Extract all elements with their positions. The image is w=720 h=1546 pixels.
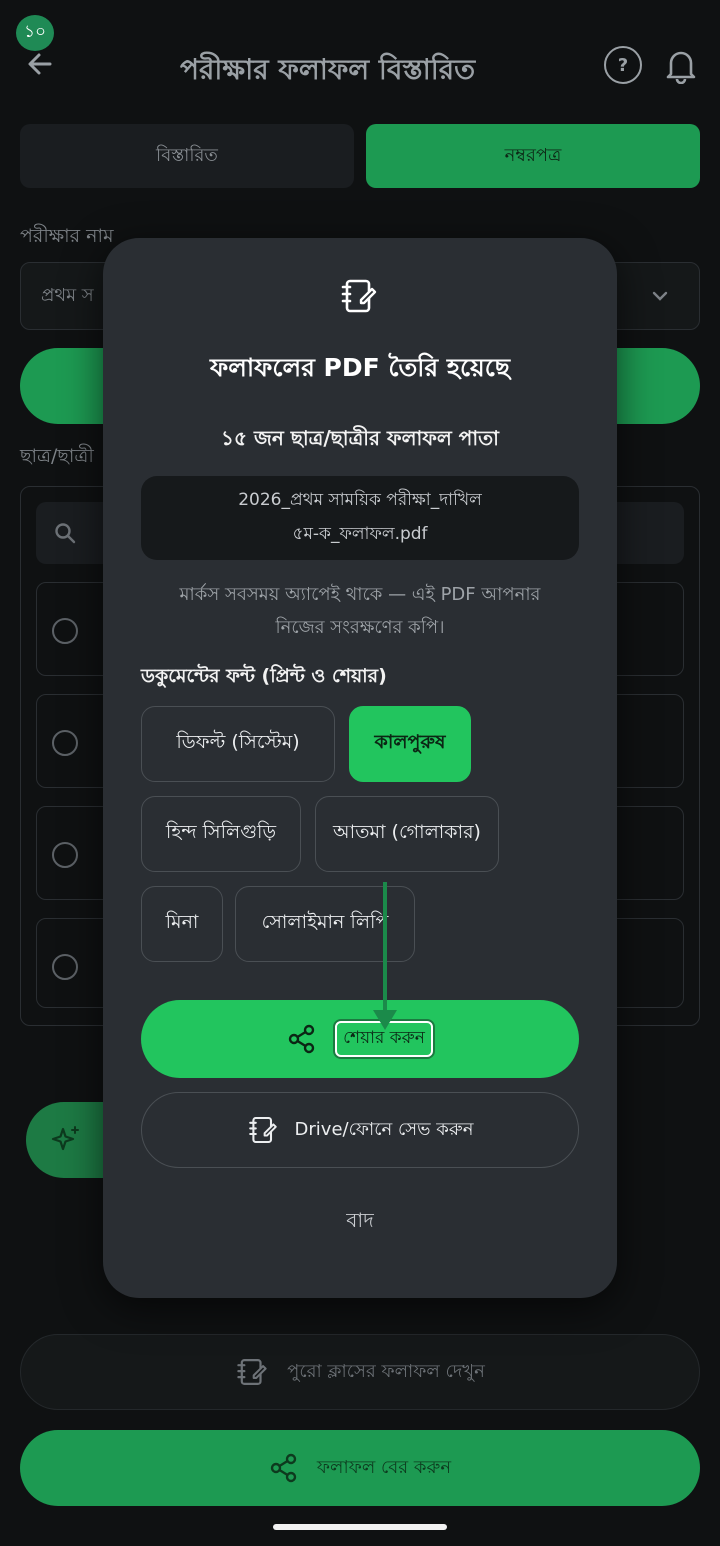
radio-button[interactable] xyxy=(52,618,78,644)
share-icon xyxy=(288,1024,315,1054)
sparkle-icon xyxy=(51,1126,79,1151)
dialog-subtitle: ১৫ জন ছাত্র/ছাত্রীর ফলাফল পাতা xyxy=(221,426,499,450)
info-note: মার্কস সবসময় অ্যাপেই থাকে — এই PDF আপনা… xyxy=(133,578,587,644)
font-option-kalpurush[interactable]: কালপুরুষ xyxy=(349,706,471,782)
file-name-box: 2026_প্রথম সাময়িক পরীক্ষা_দাখিল ৫ম-ক_ফল… xyxy=(141,476,579,560)
radio-button[interactable] xyxy=(52,730,78,756)
dialog-title: ফলাফলের PDF তৈরি হয়েছে xyxy=(210,353,510,382)
tab-details[interactable]: বিস্তারিত xyxy=(20,124,354,188)
font-option-mina[interactable]: মিনা xyxy=(141,886,223,962)
info-note-line: মার্কস সবসময় অ্যাপেই থাকে — এই PDF আপনা… xyxy=(179,584,541,605)
info-note-line: নিজের সংরক্ষণের কপি। xyxy=(275,617,445,638)
cancel-button[interactable]: বাদ xyxy=(103,1206,617,1239)
save-to-drive-label: Drive/ফোনে সেভ করুন xyxy=(294,1118,474,1140)
font-option-hind-siliguri[interactable]: হিন্দ সিলিগুড়ি xyxy=(141,796,301,872)
search-icon xyxy=(55,523,76,544)
view-class-results-button[interactable]: পুরো ক্লাসের ফলাফল দেখুন xyxy=(20,1334,700,1410)
page-title: পরীক্ষার ফলাফল বিস্তারিত xyxy=(180,53,476,86)
radio-button[interactable] xyxy=(52,954,78,980)
font-option-atma[interactable]: আতমা (গোলাকার) xyxy=(315,796,499,872)
back-arrow-icon[interactable] xyxy=(24,48,56,80)
home-indicator[interactable] xyxy=(273,1524,447,1530)
notebook-edit-icon xyxy=(237,1358,267,1386)
annotation-arrow-icon xyxy=(373,882,397,1030)
export-results-label: ফলাফল বের করুন xyxy=(316,1456,452,1478)
bell-icon[interactable] xyxy=(664,46,698,84)
step-badge: ১০ xyxy=(16,15,54,51)
exam-name-label: পরীক্ষার নাম xyxy=(20,225,114,247)
save-to-drive-button[interactable]: Drive/ফোনে সেভ করুন xyxy=(141,1092,579,1168)
students-label: ছাত্র/ছাত্রী xyxy=(20,445,94,467)
notebook-edit-icon xyxy=(248,1116,277,1144)
file-name-line: ৫ম-ক_ফলাফল.pdf xyxy=(292,524,428,544)
view-class-results-label: পুরো ক্লাসের ফলাফল দেখুন xyxy=(287,1360,485,1382)
pdf-ready-dialog: ফলাফলের PDF তৈরি হয়েছে ১৫ জন ছাত্র/ছাত্… xyxy=(103,238,617,1298)
share-icon xyxy=(270,1453,297,1483)
share-button[interactable]: শেয়ার করুন xyxy=(141,1000,579,1078)
help-icon[interactable]: ? xyxy=(604,46,642,84)
tab-marksheet[interactable]: নম্বরপত্র xyxy=(366,124,700,188)
font-section-heading: ডকুমেন্টের ফন্ট (প্রিন্ট ও শেয়ার) xyxy=(141,665,387,687)
exam-select-value: প্রথম স xyxy=(41,284,94,306)
notebook-edit-icon xyxy=(341,279,377,313)
chevron-down-icon xyxy=(652,291,668,301)
radio-button[interactable] xyxy=(52,842,78,868)
font-option-default[interactable]: ডিফল্ট (সিস্টেম) xyxy=(141,706,335,782)
export-results-button[interactable]: ফলাফল বের করুন xyxy=(20,1430,700,1506)
file-name-line: 2026_প্রথম সাময়িক পরীক্ষা_দাখিল xyxy=(238,490,482,510)
